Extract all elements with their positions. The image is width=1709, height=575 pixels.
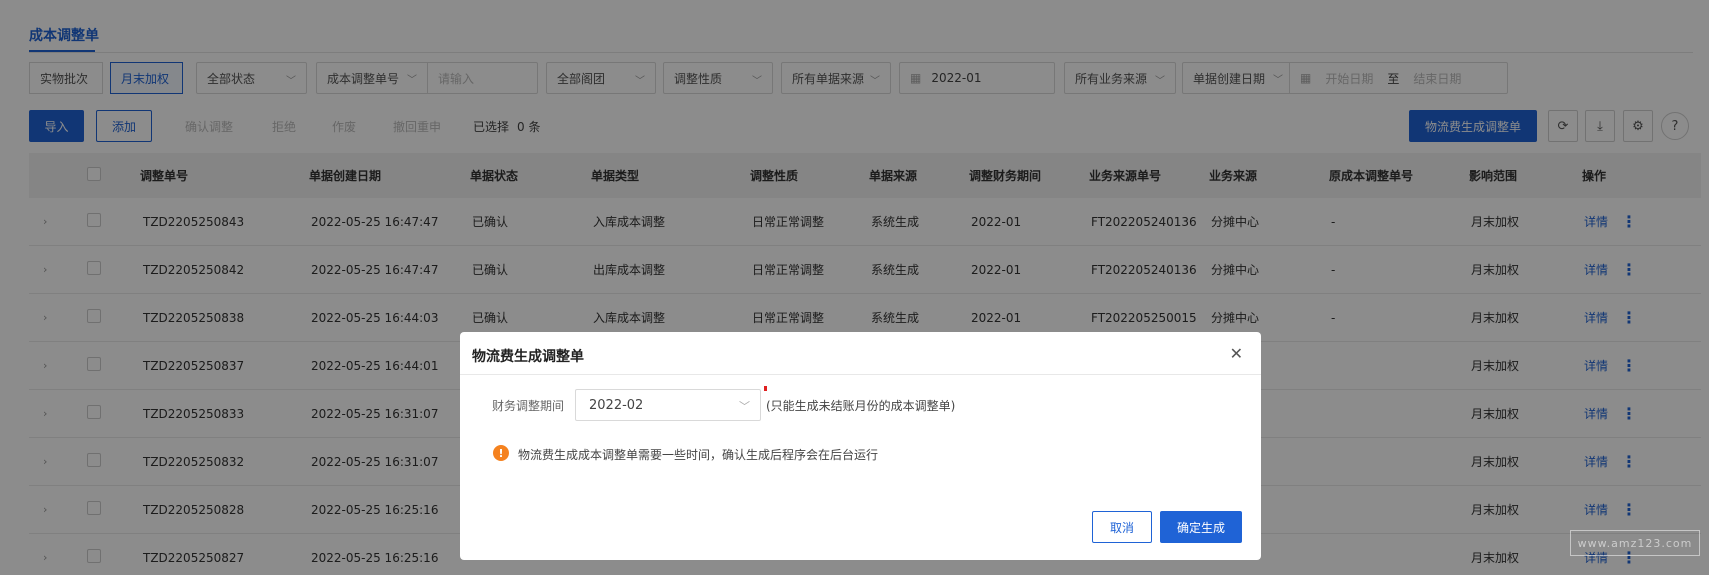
period-select[interactable]: 2022-02 ﹀ [575,389,761,421]
chevron-down-icon: ﹀ [739,400,750,413]
cancel-button[interactable]: 取消 [1092,511,1152,543]
required-mark [764,386,767,391]
warning-icon: ! [493,445,509,461]
close-icon[interactable]: ✕ [1230,344,1243,363]
period-label: 财务调整期间 [492,399,565,413]
confirm-generate-button[interactable]: 确定生成 [1160,511,1242,543]
modal-title: 物流费生成调整单 [472,349,584,365]
logistics-modal: 物流费生成调整单 ✕ 财务调整期间 2022-02 ﹀ (只能生成未结账月份的成… [460,332,1261,560]
period-note: (只能生成未结账月份的成本调整单) [766,399,956,413]
watermark: www.amz123.com [1570,530,1700,556]
warning-text: 物流费生成成本调整单需要一些时间，确认生成后程序会在后台运行 [518,448,879,462]
modal-divider [460,374,1261,375]
